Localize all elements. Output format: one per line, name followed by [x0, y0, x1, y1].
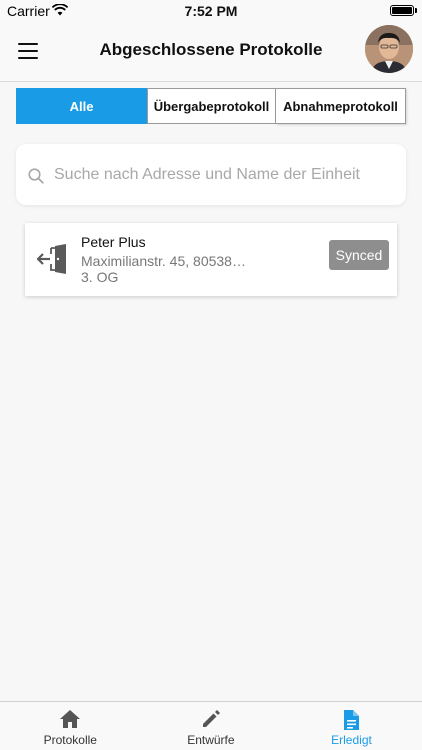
protocol-type-filter: Alle Übergabeprotokoll Abnahmeprotokoll: [16, 88, 406, 124]
filter-all-segment[interactable]: Alle: [16, 88, 147, 124]
protocol-floor: 3. OG: [81, 269, 119, 285]
avatar[interactable]: [365, 25, 413, 73]
search-input[interactable]: [54, 162, 394, 188]
door-exit-icon: [36, 244, 69, 279]
document-icon: [342, 709, 360, 736]
battery-tip: [415, 8, 417, 13]
tab-entwuerfe[interactable]: Entwürfe: [141, 702, 282, 750]
tab-label: Erledigt: [331, 733, 372, 747]
battery-icon: [390, 5, 414, 16]
filter-handover-segment[interactable]: Übergabeprotokoll: [147, 88, 276, 124]
filter-acceptance-segment[interactable]: Abnahmeprotokoll: [276, 88, 406, 124]
tab-bar: Protokolle Entwürfe Erledigt: [0, 701, 422, 750]
protocol-card[interactable]: Peter Plus Maximilianstr. 45, 80538… 3. …: [25, 223, 397, 296]
status-bar: Carrier 7:52 PM: [0, 0, 422, 22]
navigation-header: Abgeschlossene Protokolle: [0, 22, 422, 82]
protocol-address: Maximilianstr. 45, 80538…: [81, 253, 246, 269]
protocol-name: Peter Plus: [81, 234, 146, 250]
home-icon: [59, 709, 81, 734]
status-time: 7:52 PM: [184, 3, 238, 19]
page-title: Abgeschlossene Protokolle: [99, 40, 323, 59]
tab-erledigt[interactable]: Erledigt: [281, 702, 422, 750]
tab-label: Protokolle: [43, 733, 97, 747]
status-badge: Synced: [329, 240, 389, 270]
search-icon: [28, 168, 44, 189]
pencil-icon: [201, 709, 221, 734]
tab-protokolle[interactable]: Protokolle: [0, 702, 141, 750]
tab-label: Entwürfe: [187, 733, 235, 747]
